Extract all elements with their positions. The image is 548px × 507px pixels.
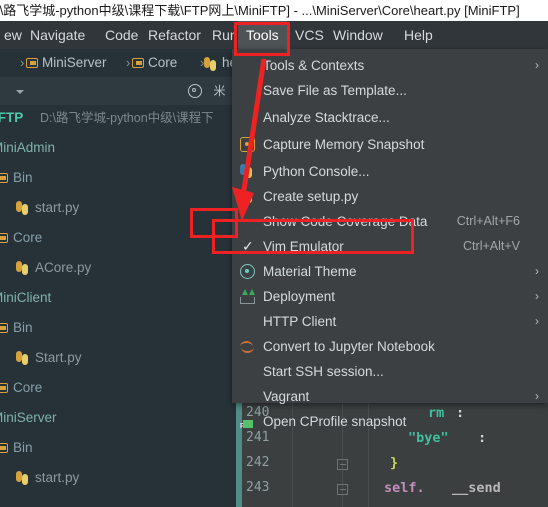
material-theme-icon (240, 264, 255, 279)
tree-row[interactable]: Bin (0, 315, 232, 341)
cprofile-icon: PY (240, 414, 255, 430)
tree-row[interactable]: ACore.py (0, 255, 232, 281)
folder-icon (0, 323, 8, 333)
target-icon[interactable] (188, 84, 202, 98)
code-fold-marker[interactable] (337, 484, 348, 495)
menu-item-label: HTTP Client (263, 314, 337, 329)
tree-row[interactable]: MiniServer (0, 405, 232, 431)
tree-item-label: iFTP (0, 110, 24, 125)
chevron-right-icon: › (535, 389, 539, 403)
menu-label: VCS (295, 27, 324, 43)
menu-help[interactable]: Help (396, 21, 441, 49)
folder-icon (132, 58, 144, 68)
folder-icon (0, 233, 8, 243)
chevron-down-icon[interactable] (16, 90, 24, 94)
menu-item-label: Material Theme (263, 264, 357, 279)
breadcrumb-item-core[interactable]: Core (148, 49, 177, 77)
code-token: __send (452, 480, 501, 496)
window-title-bar: :\路飞学城-python中级\课程下载\FTP网上\MiniFTP] - ..… (0, 0, 548, 21)
menu-item-shortcut: Ctrl+Alt+F6 (456, 214, 520, 228)
tree-item-label: Bin (13, 170, 33, 185)
project-panel-header: t 米 (0, 77, 232, 105)
menu-item-open-cprofile-snapshot[interactable]: PY Open CProfile snapshot (232, 409, 548, 434)
menu-item-convert-to-jupyter-notebook[interactable]: Convert to Jupyter Notebook (232, 334, 548, 359)
project-tree[interactable]: iFTPD:\路飞学城-python中级\课程下MiniAdminBinstar… (0, 105, 232, 500)
tree-item-label: Start.py (35, 350, 82, 365)
folder-icon (26, 58, 38, 68)
code-token: self. (384, 480, 425, 496)
tree-item-label: MiniClient (0, 290, 52, 305)
menu-navigate[interactable]: Navigate (22, 21, 93, 49)
tree-row[interactable]: Core (0, 375, 232, 401)
tree-item-label: Bin (13, 440, 33, 455)
jupyter-icon (240, 339, 255, 354)
menu-item-label: Open CProfile snapshot (263, 414, 407, 429)
menu-window[interactable]: Window (325, 21, 391, 49)
menu-item-label: Start SSH session... (263, 364, 384, 379)
python-file-icon (16, 351, 30, 365)
breadcrumb-separator: › (20, 55, 25, 70)
tree-item-label: MiniAdmin (0, 140, 56, 155)
python-file-icon (16, 261, 30, 275)
tree-row[interactable]: MiniClient (0, 285, 232, 311)
tree-row[interactable]: iFTP D:\路飞学城-python中级\课程下 (0, 105, 232, 131)
menu-refactor[interactable]: Refactor (140, 21, 209, 49)
chevron-right-icon: › (535, 289, 539, 303)
tree-item-label: Core (13, 380, 43, 395)
menu-item-label: Vagrant (263, 389, 310, 404)
vim-emulator-highlight (212, 219, 414, 254)
deployment-icon (240, 289, 255, 304)
tree-item-label: start.py (35, 470, 80, 485)
folder-icon (0, 173, 8, 183)
menu-label: Refactor (148, 27, 201, 43)
menu-item-label: Deployment (263, 289, 336, 304)
folder-icon (0, 383, 8, 393)
line-number: 242 (246, 455, 270, 470)
tree-item-label: Bin (13, 320, 33, 335)
menu-label: Window (333, 27, 383, 43)
menu-item-label: Convert to Jupyter Notebook (263, 339, 435, 354)
code-fold-marker[interactable] (337, 459, 348, 470)
menu-label: Code (105, 27, 139, 43)
tree-item-label: MiniServer (0, 410, 57, 425)
tree-row[interactable]: start.py (0, 465, 232, 491)
tools-menu-highlight (234, 22, 290, 56)
menu-item-deployment[interactable]: Deployment › (232, 284, 548, 309)
arrow-start-box (190, 208, 238, 238)
line-number: 243 (246, 480, 270, 495)
menu-item-material-theme[interactable]: Material Theme › (232, 259, 548, 284)
python-file-icon (204, 57, 218, 71)
breadcrumb-item-miniserver[interactable]: MiniServer (42, 49, 107, 77)
chevron-right-icon: › (535, 314, 539, 328)
tree-item-label: start.py (35, 200, 80, 215)
tree-item-path: D:\路飞学城-python中级\课程下 (40, 111, 214, 125)
collapse-all-icon[interactable]: 米 (213, 85, 226, 97)
menu-label: ew (4, 27, 22, 43)
chevron-right-icon: › (535, 264, 539, 278)
menu-item-shortcut: Ctrl+Alt+V (463, 239, 520, 253)
menu-item-start-ssh-session[interactable]: Start SSH session... (232, 359, 548, 384)
python-file-icon (16, 201, 30, 215)
annotation-arrow (232, 58, 267, 221)
menu-item-http-client[interactable]: HTTP Client › (232, 309, 548, 334)
tree-item-label: Core (13, 230, 43, 245)
tree-row[interactable]: MiniAdmin (0, 135, 232, 161)
window-title: :\路飞学城-python中级\课程下载\FTP网上\MiniFTP] - ..… (0, 3, 520, 18)
folder-icon (0, 443, 8, 453)
code-token: } (390, 455, 399, 471)
menu-item-vagrant[interactable]: Vagrant › (232, 384, 548, 409)
breadcrumb-separator: › (126, 55, 131, 70)
chevron-right-icon: › (535, 58, 539, 72)
menu-label: Navigate (30, 27, 86, 43)
tree-row[interactable]: Bin (0, 435, 232, 461)
tree-row[interactable]: Bin (0, 165, 232, 191)
tree-row[interactable]: Start.py (0, 345, 232, 371)
python-file-icon (16, 471, 30, 485)
menu-label: Help (404, 27, 433, 43)
tree-item-label: ACore.py (35, 260, 92, 275)
